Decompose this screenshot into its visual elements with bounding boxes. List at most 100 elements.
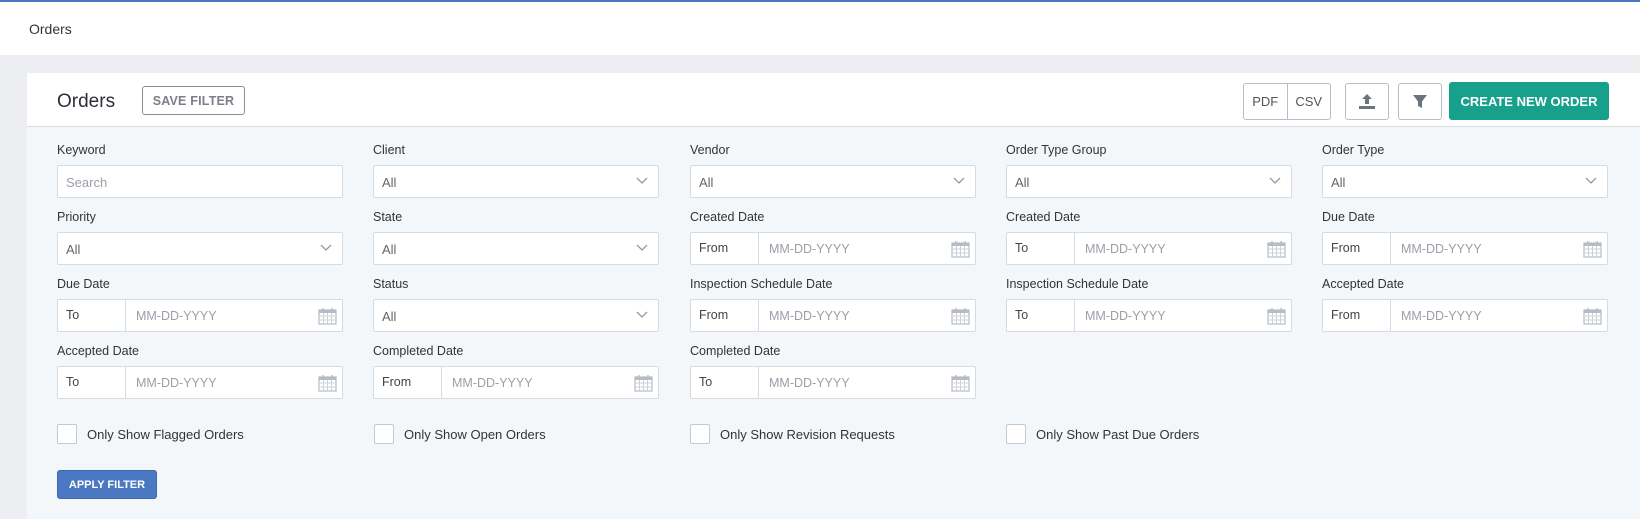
- date-placeholder: MM-DD-YYYY: [1085, 242, 1166, 256]
- chevron-down-icon: [1269, 177, 1281, 184]
- date-prefix-to: To: [1007, 233, 1075, 264]
- due-date-from-input[interactable]: From MM-DD-YYYY: [1322, 232, 1608, 265]
- order-type-label: Order Type: [1322, 143, 1385, 157]
- due-date-to-label: Due Date: [57, 277, 110, 291]
- chevron-down-icon: [1585, 177, 1597, 184]
- client-select[interactable]: All: [373, 165, 659, 198]
- create-new-order-button[interactable]: CREATE NEW ORDER: [1449, 82, 1609, 120]
- revision-requests-label: Only Show Revision Requests: [720, 426, 895, 442]
- keyword-search-input[interactable]: Search: [57, 165, 343, 198]
- accepted-date-from-input[interactable]: From MM-DD-YYYY: [1322, 299, 1608, 332]
- state-select[interactable]: All: [373, 232, 659, 265]
- filter-icon: [1413, 95, 1427, 108]
- checkbox-box[interactable]: [374, 424, 394, 444]
- past-due-orders-label: Only Show Past Due Orders: [1036, 426, 1200, 442]
- export-group: PDF CSV: [1243, 83, 1331, 120]
- chevron-down-icon: [636, 311, 648, 318]
- calendar-icon[interactable]: [318, 307, 337, 325]
- orders-panel: Orders SAVE FILTER PDF CSV CREATE NEW OR…: [27, 73, 1640, 519]
- completed-date-from-input[interactable]: From MM-DD-YYYY: [373, 366, 659, 399]
- status-value: All: [382, 309, 397, 324]
- open-orders-label: Only Show Open Orders: [404, 426, 546, 442]
- order-type-group-label: Order Type Group: [1006, 143, 1107, 157]
- past-due-orders-checkbox[interactable]: Only Show Past Due Orders: [1006, 424, 1199, 444]
- keyword-placeholder: Search: [66, 175, 108, 190]
- vendor-label: Vendor: [690, 143, 730, 157]
- checkbox-box[interactable]: [690, 424, 710, 444]
- status-select[interactable]: All: [373, 299, 659, 332]
- date-prefix-to: To: [691, 367, 759, 398]
- inspection-date-from-input[interactable]: From MM-DD-YYYY: [690, 299, 976, 332]
- completed-date-to-input[interactable]: To MM-DD-YYYY: [690, 366, 976, 399]
- date-prefix-from: From: [691, 233, 759, 264]
- created-date-from-label: Created Date: [690, 210, 765, 224]
- date-prefix-from: From: [691, 300, 759, 331]
- page-title: Orders: [57, 91, 116, 112]
- created-date-to-input[interactable]: To MM-DD-YYYY: [1006, 232, 1292, 265]
- keyword-label: Keyword: [57, 143, 106, 157]
- checkbox-box[interactable]: [1006, 424, 1026, 444]
- chevron-down-icon: [953, 177, 965, 184]
- filter-toggle-button[interactable]: [1398, 83, 1442, 120]
- date-placeholder: MM-DD-YYYY: [1401, 242, 1482, 256]
- chevron-down-icon: [636, 244, 648, 251]
- export-pdf-button[interactable]: PDF: [1244, 84, 1287, 119]
- order-type-group-select[interactable]: All: [1006, 165, 1292, 198]
- flagged-orders-checkbox[interactable]: Only Show Flagged Orders: [57, 424, 244, 444]
- order-type-group-value: All: [1015, 175, 1030, 190]
- date-prefix-from: From: [1323, 233, 1391, 264]
- client-label: Client: [373, 143, 405, 157]
- calendar-icon[interactable]: [634, 374, 653, 392]
- priority-select[interactable]: All: [57, 232, 343, 265]
- revision-requests-checkbox[interactable]: Only Show Revision Requests: [690, 424, 895, 444]
- due-date-to-input[interactable]: To MM-DD-YYYY: [57, 299, 343, 332]
- export-csv-button[interactable]: CSV: [1286, 84, 1331, 119]
- calendar-icon[interactable]: [1583, 307, 1602, 325]
- order-type-value: All: [1331, 175, 1346, 190]
- apply-filter-button[interactable]: APPLY FILTER: [57, 470, 157, 499]
- save-filter-button[interactable]: SAVE FILTER: [142, 86, 245, 115]
- panel-header: Orders SAVE FILTER PDF CSV CREATE NEW OR…: [27, 73, 1640, 127]
- open-orders-checkbox[interactable]: Only Show Open Orders: [374, 424, 546, 444]
- calendar-icon[interactable]: [1583, 240, 1602, 258]
- date-placeholder: MM-DD-YYYY: [452, 376, 533, 390]
- vendor-value: All: [699, 175, 714, 190]
- inspection-date-to-input[interactable]: To MM-DD-YYYY: [1006, 299, 1292, 332]
- completed-date-to-label: Completed Date: [690, 344, 781, 358]
- calendar-icon[interactable]: [1267, 307, 1286, 325]
- chevron-down-icon: [636, 177, 648, 184]
- date-placeholder: MM-DD-YYYY: [136, 309, 217, 323]
- breadcrumb[interactable]: Orders: [29, 21, 72, 37]
- date-placeholder: MM-DD-YYYY: [1401, 309, 1482, 323]
- vendor-select[interactable]: All: [690, 165, 976, 198]
- checkbox-box[interactable]: [57, 424, 77, 444]
- completed-date-from-label: Completed Date: [373, 344, 464, 358]
- accepted-date-to-input[interactable]: To MM-DD-YYYY: [57, 366, 343, 399]
- date-prefix-to: To: [58, 367, 126, 398]
- state-value: All: [382, 242, 397, 257]
- calendar-icon[interactable]: [951, 307, 970, 325]
- due-date-from-label: Due Date: [1322, 210, 1375, 224]
- date-placeholder: MM-DD-YYYY: [1085, 309, 1166, 323]
- calendar-icon[interactable]: [951, 374, 970, 392]
- upload-icon: [1359, 94, 1375, 109]
- inspection-date-to-label: Inspection Schedule Date: [1006, 277, 1149, 291]
- inspection-date-from-label: Inspection Schedule Date: [690, 277, 833, 291]
- date-placeholder: MM-DD-YYYY: [769, 376, 850, 390]
- chevron-down-icon: [320, 244, 332, 251]
- date-placeholder: MM-DD-YYYY: [769, 309, 850, 323]
- order-type-select[interactable]: All: [1322, 165, 1608, 198]
- date-prefix-from: From: [374, 367, 442, 398]
- calendar-icon[interactable]: [1267, 240, 1286, 258]
- upload-button[interactable]: [1345, 83, 1389, 120]
- accepted-date-from-label: Accepted Date: [1322, 277, 1404, 291]
- created-date-from-input[interactable]: From MM-DD-YYYY: [690, 232, 976, 265]
- status-label: Status: [373, 277, 409, 291]
- created-date-to-label: Created Date: [1006, 210, 1081, 224]
- date-prefix-to: To: [58, 300, 126, 331]
- calendar-icon[interactable]: [318, 374, 337, 392]
- calendar-icon[interactable]: [951, 240, 970, 258]
- client-value: All: [382, 175, 397, 190]
- date-placeholder: MM-DD-YYYY: [136, 376, 217, 390]
- priority-label: Priority: [57, 210, 96, 224]
